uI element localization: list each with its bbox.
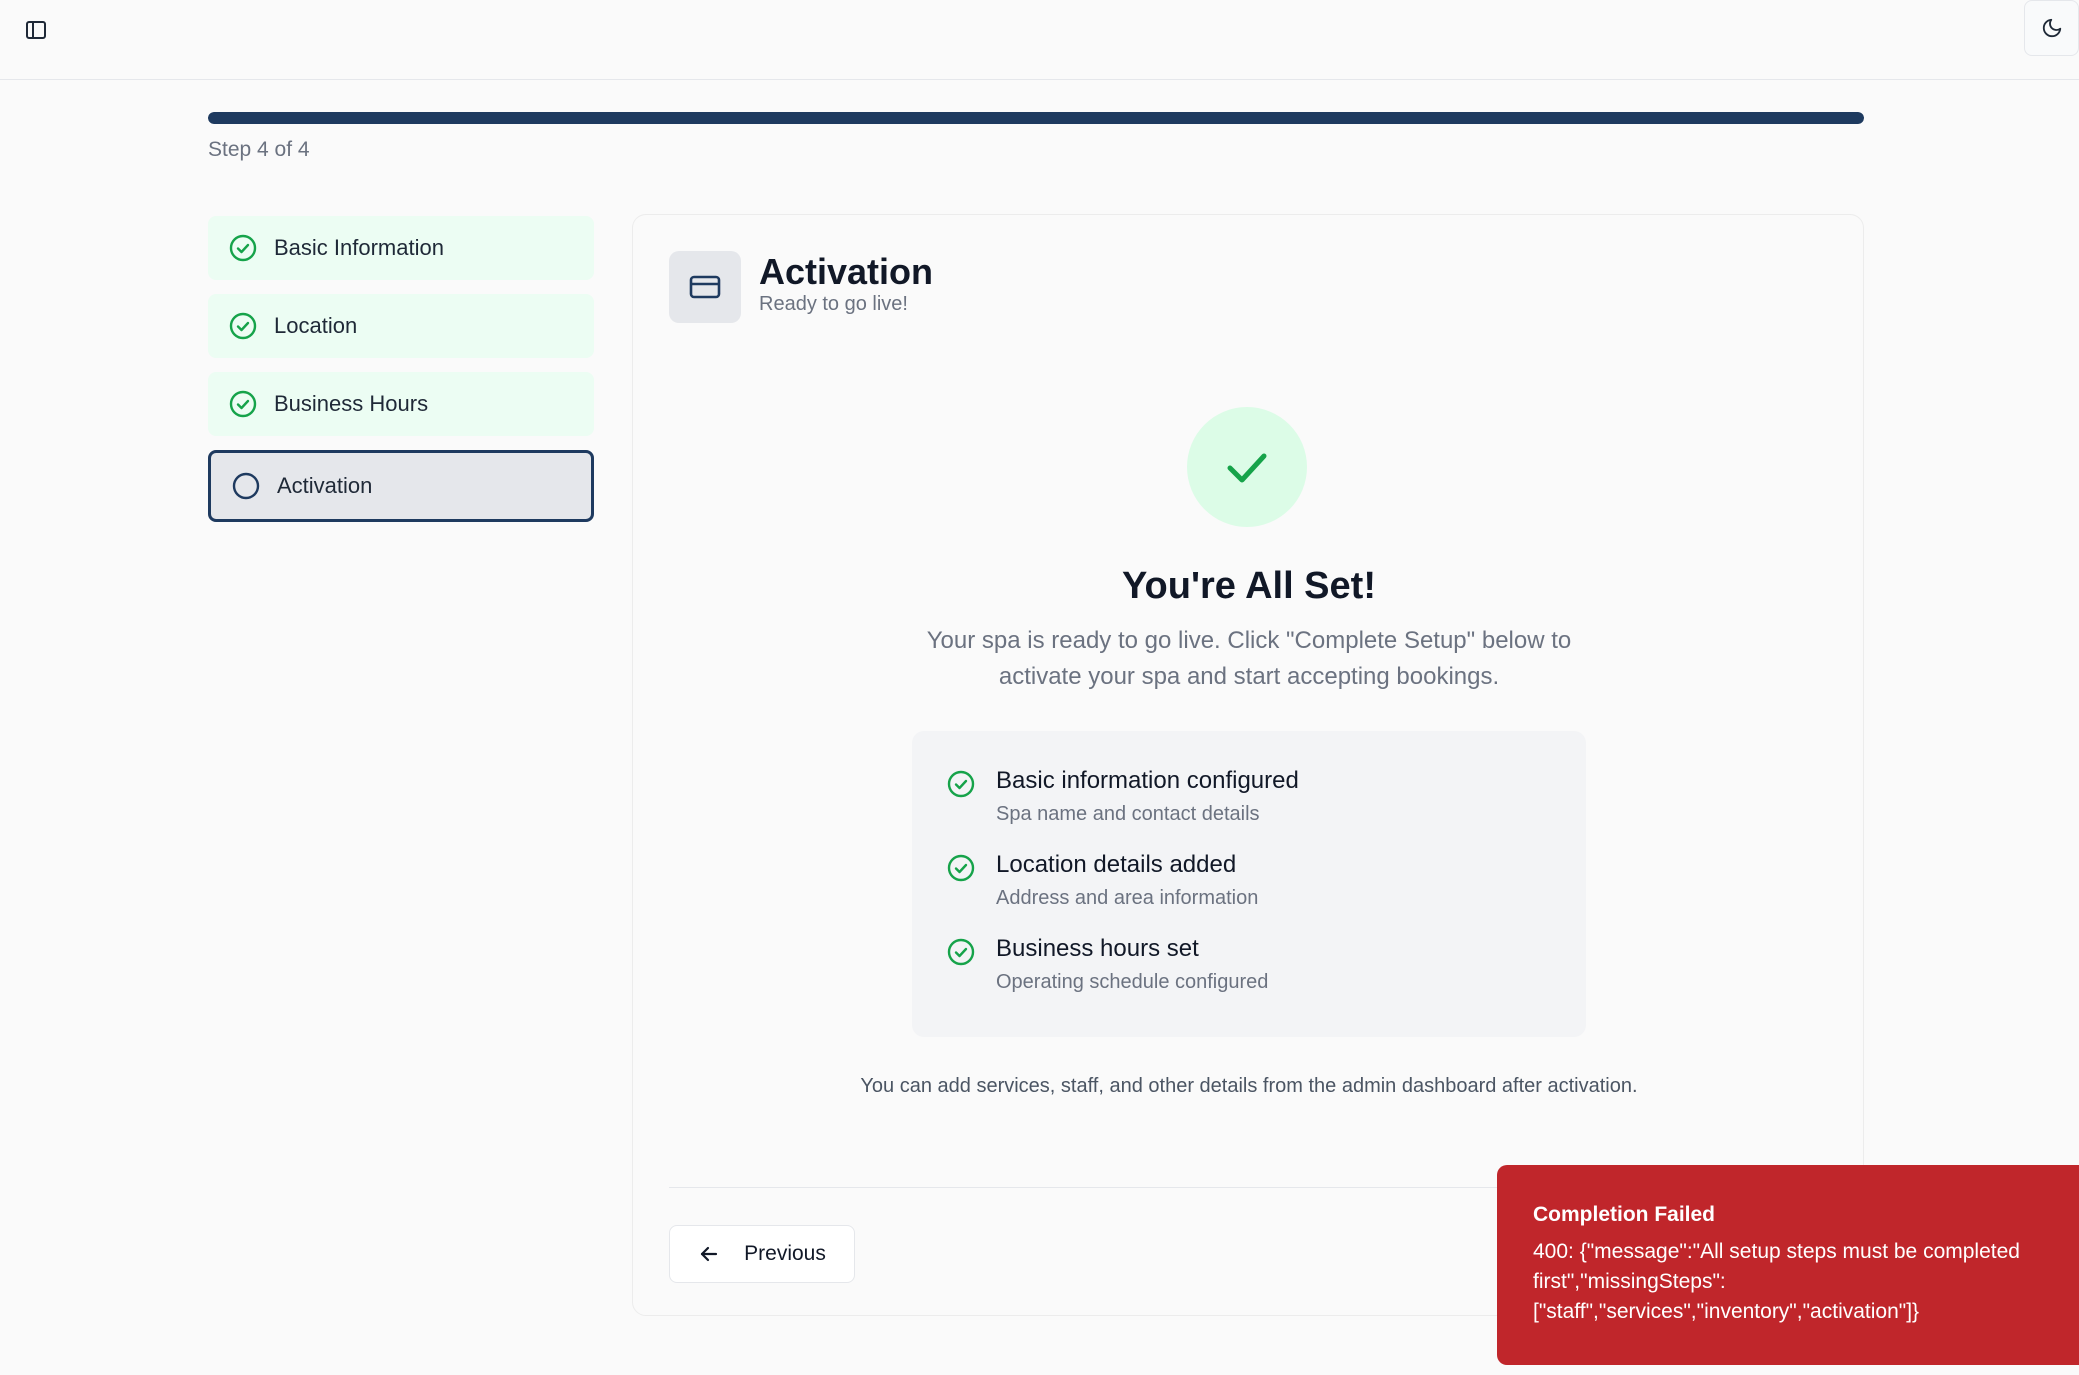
list-item: Location details added Address and area …	[912, 851, 1586, 935]
toast-title: Completion Failed	[1533, 1203, 1716, 1226]
arrow-left-icon	[698, 1243, 720, 1265]
step-basic-information[interactable]: Basic Information	[208, 216, 594, 280]
summary-title: Business hours set	[996, 935, 1199, 962]
moon-icon	[2041, 17, 2063, 39]
summary-description: Spa name and contact details	[996, 803, 1260, 825]
summary-description: Address and area information	[996, 887, 1259, 909]
step-business-hours[interactable]: Business Hours	[208, 372, 594, 436]
card-subtitle: Ready to go live!	[759, 293, 908, 315]
step-label: Business Hours	[274, 391, 429, 416]
check-circle-icon	[946, 853, 976, 883]
check-icon	[1220, 440, 1274, 494]
previous-label: Previous	[744, 1242, 826, 1265]
check-circle-icon	[228, 389, 258, 419]
success-description: Your spa is ready to go live. Click "Com…	[926, 627, 1572, 690]
top-bar	[0, 0, 2079, 80]
list-item: Basic information configured Spa name an…	[912, 767, 1586, 851]
summary-title: Basic information configured	[996, 767, 1299, 794]
card-icon-container	[669, 251, 741, 323]
sidebar-panel-icon[interactable]	[20, 14, 52, 46]
step-label: Location	[274, 313, 358, 338]
summary-description: Operating schedule configured	[996, 971, 1269, 993]
credit-card-icon	[688, 270, 722, 304]
step-label: Activation	[277, 473, 373, 498]
step-location[interactable]: Location	[208, 294, 594, 358]
check-circle-icon	[946, 769, 976, 799]
step-counter: Step 4 of 4	[208, 138, 310, 161]
empty-circle-icon	[231, 471, 261, 501]
setup-summary: Basic information configured Spa name an…	[912, 731, 1586, 1037]
progress-bar	[208, 112, 1864, 124]
theme-toggle-button[interactable]	[2024, 0, 2079, 56]
activation-card: Activation Ready to go live! You're All …	[632, 214, 1864, 1316]
progress-fill	[208, 112, 1864, 124]
card-title: Activation	[759, 251, 934, 292]
error-toast[interactable]: Completion Failed 400: {"message":"All s…	[1497, 1165, 2079, 1365]
check-circle-icon	[228, 233, 258, 263]
success-heading: You're All Set!	[1122, 565, 1376, 607]
steps-nav: Basic Information Location Business Hour…	[208, 216, 594, 536]
list-item: Business hours set Operating schedule co…	[912, 935, 1586, 1019]
check-circle-icon	[228, 311, 258, 341]
summary-title: Location details added	[996, 851, 1237, 878]
toast-message: 400: {"message":"All setup steps must be…	[1533, 1240, 2020, 1323]
success-badge	[1187, 407, 1307, 527]
previous-button[interactable]: Previous	[669, 1225, 855, 1283]
step-label: Basic Information	[274, 235, 444, 260]
check-circle-icon	[946, 937, 976, 967]
footer-note: You can add services, staff, and other d…	[860, 1075, 1638, 1097]
step-activation[interactable]: Activation	[208, 450, 594, 522]
